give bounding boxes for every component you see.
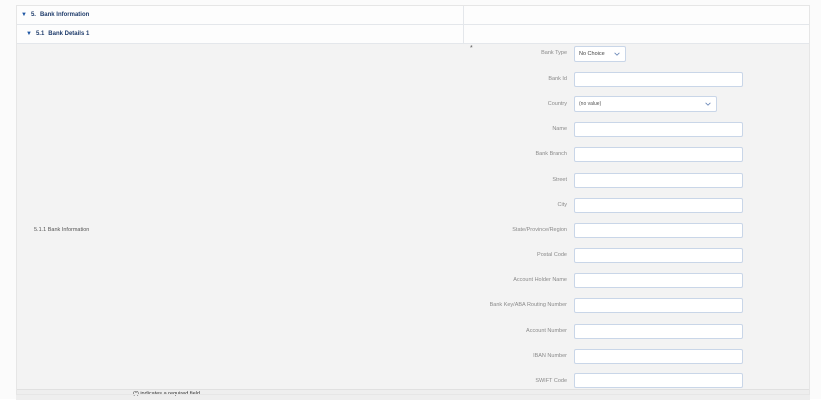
required-field-note: (*) indicates a required field xyxy=(133,391,200,397)
chevron-down-icon xyxy=(614,52,620,56)
bank-branch-input[interactable] xyxy=(574,147,743,162)
name-label: Name xyxy=(552,126,567,132)
account-holder-label: Account Holder Name xyxy=(513,277,567,283)
column-divider xyxy=(463,5,464,24)
section-number: 5. xyxy=(30,11,36,18)
account-holder-input[interactable] xyxy=(574,273,743,288)
page-frame: ▼ 5. Bank Information ▼ 5.1 Bank Details… xyxy=(0,0,821,400)
bank-id-input[interactable] xyxy=(574,72,743,87)
postal-code-input[interactable] xyxy=(574,248,743,263)
subsection-label: 5.1.1 Bank Information xyxy=(34,227,90,233)
street-input[interactable] xyxy=(574,173,743,188)
subsection-number: 5.1 xyxy=(35,31,45,37)
caret-down-icon[interactable]: ▼ xyxy=(21,12,27,18)
city-input[interactable] xyxy=(574,198,743,213)
iban-label: IBAN Number xyxy=(533,353,567,359)
country-label: Country xyxy=(547,101,567,107)
name-input[interactable] xyxy=(574,122,743,137)
caret-down-icon[interactable]: ▼ xyxy=(26,31,32,37)
swift-label: SWIFT Code xyxy=(535,378,567,384)
state-label: State/Province/Region xyxy=(512,227,567,233)
postal-code-label: Postal Code xyxy=(537,252,567,258)
swift-input[interactable] xyxy=(574,373,743,388)
country-select[interactable]: (no value) xyxy=(574,96,717,112)
state-input[interactable] xyxy=(574,223,743,238)
bank-type-label: Bank Type xyxy=(541,50,567,56)
routing-number-input[interactable] xyxy=(574,298,743,313)
bank-type-value: No Choice xyxy=(579,51,605,57)
subsection-header-bank-details[interactable]: ▼ 5.1 Bank Details 1 xyxy=(16,25,810,44)
subsection-title: Bank Details 1 xyxy=(48,31,90,37)
column-divider xyxy=(463,25,464,43)
bank-id-label: Bank Id xyxy=(548,76,567,82)
iban-input[interactable] xyxy=(574,349,743,364)
section-header-bank-information[interactable]: ▼ 5. Bank Information xyxy=(16,5,810,25)
chevron-down-icon xyxy=(705,102,711,106)
city-label: City xyxy=(557,202,567,208)
bank-type-select[interactable]: No Choice xyxy=(574,46,626,62)
street-label: Street xyxy=(552,177,567,183)
account-number-label: Account Number xyxy=(526,328,567,334)
bank-branch-label: Bank Branch xyxy=(535,151,568,157)
routing-number-label: Bank Key/ABA Routing Number xyxy=(489,302,567,308)
section-title: Bank Information xyxy=(39,11,90,18)
country-value: (no value) xyxy=(579,101,602,107)
account-number-input[interactable] xyxy=(574,324,743,339)
